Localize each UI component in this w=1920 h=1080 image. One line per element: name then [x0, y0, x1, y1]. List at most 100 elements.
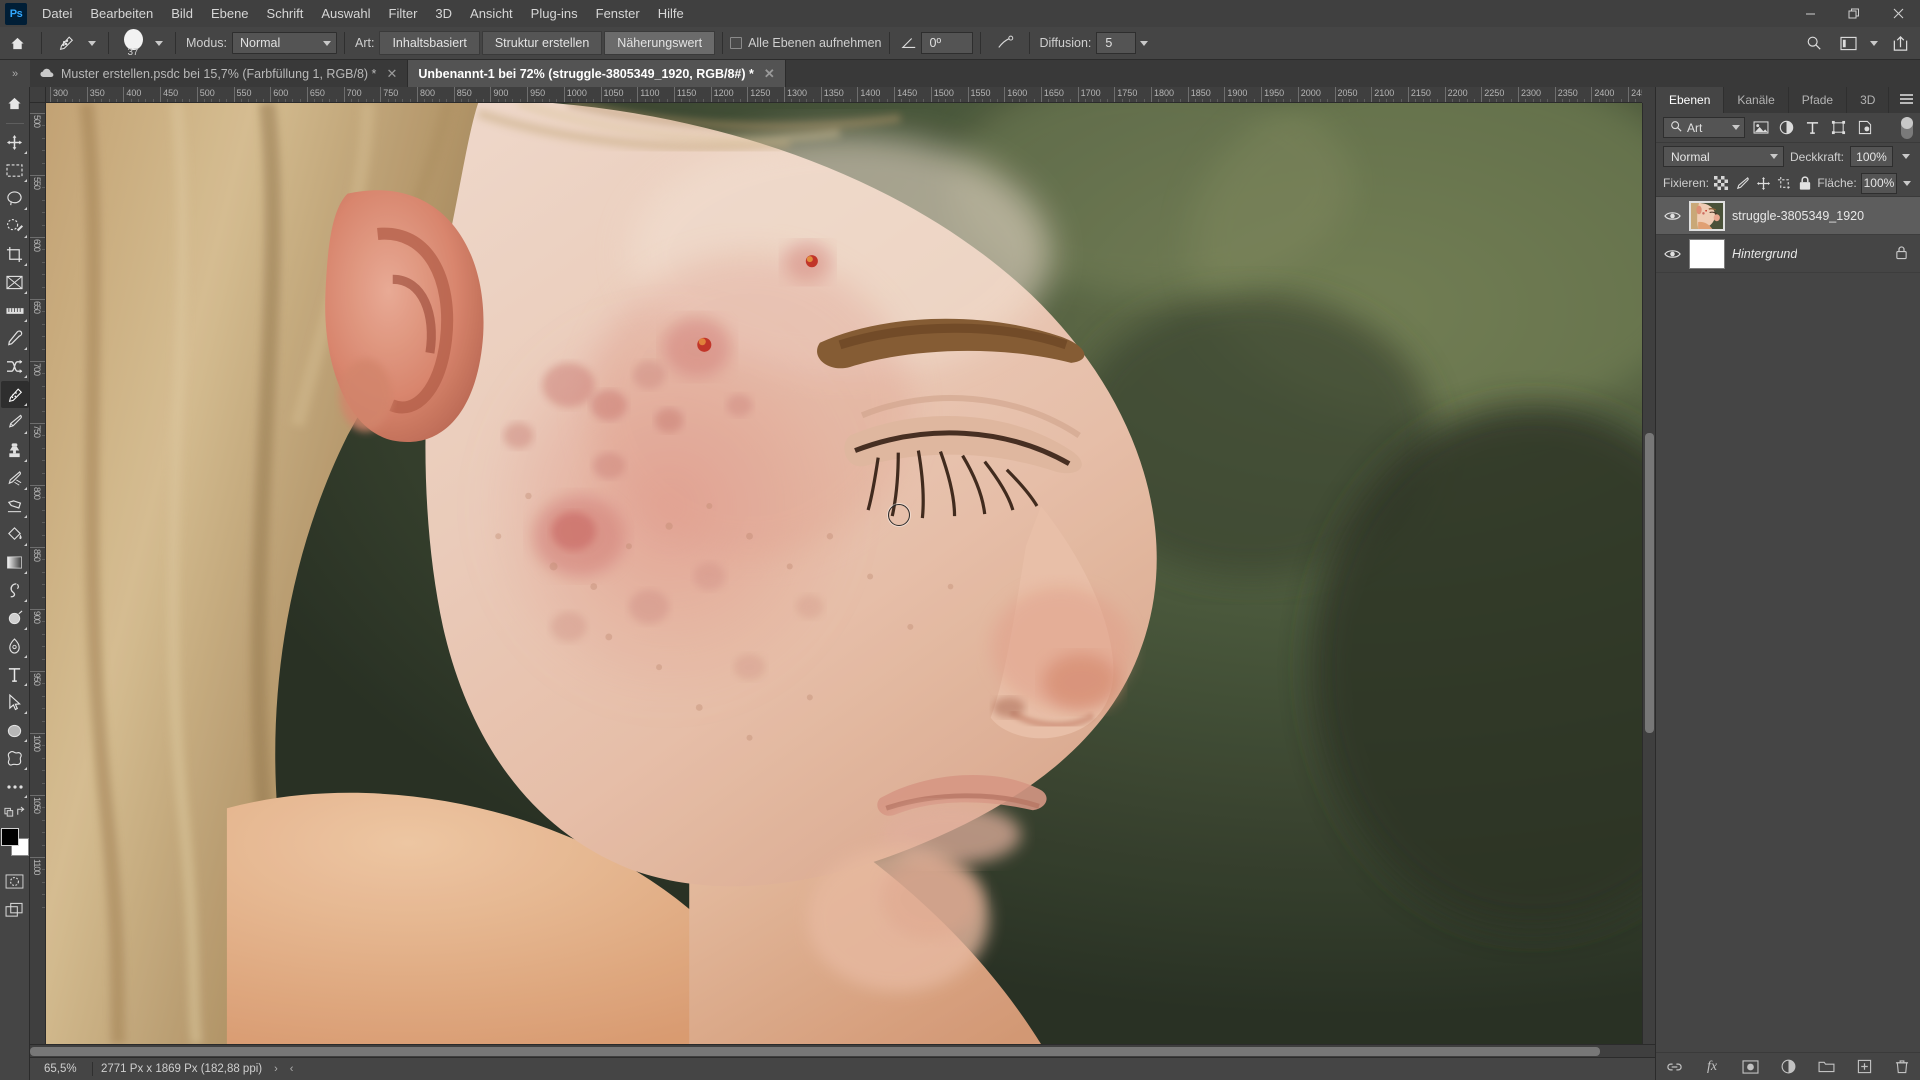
shape-layer-filter-icon[interactable]: [1828, 117, 1849, 138]
smart-object-filter-icon[interactable]: [1854, 117, 1875, 138]
layer-thumbnail[interactable]: [1689, 238, 1725, 269]
clone-stamp-tool[interactable]: [1, 437, 29, 464]
more-tools-icon[interactable]: [1, 773, 29, 800]
menu-item-auswahl[interactable]: Auswahl: [312, 2, 379, 25]
lasso-tool[interactable]: [1, 185, 29, 212]
filter-type-select[interactable]: Art: [1663, 117, 1745, 138]
panel-menu-icon[interactable]: [1900, 94, 1913, 106]
foreground-color-swatch[interactable]: [0, 828, 19, 846]
menu-item-fenster[interactable]: Fenster: [587, 2, 649, 25]
image-canvas[interactable]: [46, 103, 1642, 1044]
menu-item-hilfe[interactable]: Hilfe: [649, 2, 693, 25]
crop-tool[interactable]: [1, 241, 29, 268]
menu-item-datei[interactable]: Datei: [33, 2, 81, 25]
panel-tab-kan-le[interactable]: Kanäle: [1724, 87, 1789, 113]
object-selection-tool[interactable]: [1, 213, 29, 240]
ruler-corner[interactable]: [30, 87, 46, 103]
frame-tool[interactable]: [1, 269, 29, 296]
type-layer-filter-icon[interactable]: [1802, 117, 1823, 138]
menu-item-schrift[interactable]: Schrift: [258, 2, 313, 25]
delete-layer-icon[interactable]: [1893, 1058, 1911, 1076]
new-layer-icon[interactable]: [1855, 1058, 1873, 1076]
home-icon[interactable]: [0, 30, 34, 56]
menu-item-ansicht[interactable]: Ansicht: [461, 2, 522, 25]
edit-toolbar-icon[interactable]: [1, 801, 29, 823]
type-button-0[interactable]: Inhaltsbasiert: [379, 31, 480, 55]
ellipse-shape-tool[interactable]: [1, 717, 29, 744]
lock-artboard-nesting-icon[interactable]: [1776, 173, 1793, 193]
eraser-tool[interactable]: [1, 493, 29, 520]
path-selection-tool[interactable]: [1, 689, 29, 716]
paint-bucket-tool[interactable]: [1, 521, 29, 548]
diffusion-chevron-icon[interactable]: [1136, 30, 1152, 56]
menu-item-3d[interactable]: 3D: [426, 2, 461, 25]
rectangular-marquee-tool[interactable]: [1, 157, 29, 184]
screen-mode-icon[interactable]: [1, 896, 29, 923]
pixel-layer-filter-icon[interactable]: [1750, 117, 1771, 138]
home-icon[interactable]: [1, 90, 29, 117]
blur-tool[interactable]: [1, 605, 29, 632]
move-tool[interactable]: [1, 129, 29, 156]
tab-close-icon[interactable]: ✕: [764, 66, 775, 82]
type-button-2[interactable]: Näherungswert: [604, 31, 716, 55]
tab-close-icon[interactable]: ✕: [386, 66, 397, 82]
layer-mask-icon[interactable]: [1741, 1058, 1759, 1076]
lock-transparent-pixels-icon[interactable]: [1713, 173, 1730, 193]
minimize-button[interactable]: [1788, 0, 1832, 27]
link-layers-icon[interactable]: [1665, 1058, 1683, 1076]
document-tab-0[interactable]: Muster erstellen.psdc bei 15,7% (Farbfül…: [30, 60, 409, 87]
blend-mode-select[interactable]: Normal: [1663, 146, 1784, 167]
filter-toggle[interactable]: [1901, 116, 1913, 139]
zoom-level[interactable]: 65,5%: [30, 1063, 92, 1075]
layer-style-fx-icon[interactable]: fx: [1703, 1058, 1721, 1076]
lock-image-pixels-icon[interactable]: [1734, 173, 1751, 193]
menu-item-filter[interactable]: Filter: [380, 2, 427, 25]
horizontal-ruler[interactable]: 300 350 400 450 500 550 600 650 700 750 800 850 900 9…: [46, 87, 1642, 103]
menu-item-plug-ins[interactable]: Plug-ins: [522, 2, 587, 25]
horizontal-scrollbar-thumb[interactable]: [30, 1047, 1600, 1056]
pen-tool[interactable]: [1, 633, 29, 660]
fill-input[interactable]: 100%: [1860, 172, 1898, 194]
adjustment-layer-icon[interactable]: [1779, 1058, 1797, 1076]
layer-visibility-eye-icon[interactable]: [1662, 210, 1682, 222]
brush-preset-chevron-icon[interactable]: [150, 30, 168, 56]
quick-mask-icon[interactable]: [1, 868, 29, 895]
adjustment-layer-filter-icon[interactable]: [1776, 117, 1797, 138]
airbrush-icon[interactable]: [988, 30, 1022, 56]
menu-item-bild[interactable]: Bild: [162, 2, 202, 25]
share-icon[interactable]: [1888, 30, 1912, 56]
brush-preview[interactable]: 37: [116, 28, 150, 58]
spot-healing-brush-tool[interactable]: [0, 381, 29, 408]
opacity-chevron-icon[interactable]: [1899, 146, 1913, 167]
workspace-icon[interactable]: [1836, 30, 1860, 56]
fill-chevron-icon[interactable]: [1901, 173, 1913, 194]
vertical-scrollbar-thumb[interactable]: [1645, 433, 1654, 733]
layer-thumbnail[interactable]: [1689, 200, 1725, 231]
panel-tab-ebenen[interactable]: Ebenen: [1656, 87, 1725, 113]
status-prev-arrow[interactable]: ‹: [290, 1063, 294, 1075]
search-icon[interactable]: [1802, 30, 1826, 56]
layer-row[interactable]: struggle-3805349_1920: [1656, 197, 1920, 235]
layer-visibility-eye-icon[interactable]: [1662, 248, 1682, 260]
spot-healing-brush-icon[interactable]: [49, 30, 83, 56]
tool-preset-chevron-icon[interactable]: [83, 30, 101, 56]
chevron-down-icon[interactable]: [1870, 40, 1878, 46]
type-button-1[interactable]: Struktur erstellen: [481, 31, 603, 55]
eyedropper-tool[interactable]: [1, 325, 29, 352]
color-swatches[interactable]: [0, 828, 29, 856]
opacity-input[interactable]: 100%: [1850, 146, 1893, 167]
history-brush-tool[interactable]: [1, 465, 29, 492]
document-tab-1[interactable]: Unbenannt-1 bei 72% (struggle-3805349_19…: [408, 60, 786, 87]
sample-all-layers-checkbox[interactable]: Alle Ebenen aufnehmen: [730, 36, 882, 50]
panel-tab-3d[interactable]: 3D: [1847, 87, 1890, 113]
menu-item-bearbeiten[interactable]: Bearbeiten: [81, 2, 162, 25]
type-tool[interactable]: [1, 661, 29, 688]
shuffle-tool[interactable]: [1, 353, 29, 380]
gradient-tool[interactable]: [1, 549, 29, 576]
lock-position-icon[interactable]: [1755, 173, 1772, 193]
horizontal-scrollbar[interactable]: [30, 1044, 1655, 1057]
maximize-button[interactable]: [1832, 0, 1876, 27]
custom-shape-tool[interactable]: [1, 745, 29, 772]
layer-row[interactable]: Hintergrund: [1656, 235, 1920, 273]
close-button[interactable]: [1876, 0, 1920, 27]
